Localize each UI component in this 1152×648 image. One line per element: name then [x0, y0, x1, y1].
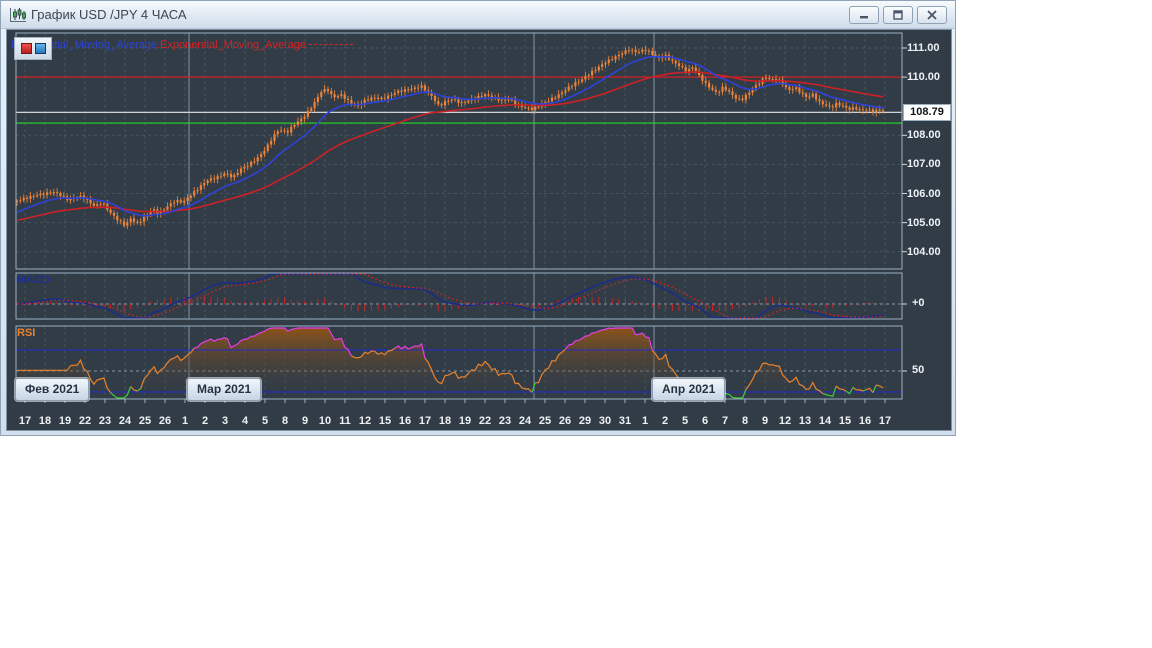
macd-line: [16, 273, 884, 319]
price-axis-label: 110.00: [907, 71, 941, 84]
ema-slow-line: [16, 71, 884, 222]
time-axis-label: 18: [438, 415, 452, 427]
price-axis-label: 108.00: [907, 129, 941, 142]
restore-icon: [893, 9, 903, 20]
time-axis-label: 14: [818, 415, 832, 427]
time-axis-label: 16: [398, 415, 412, 427]
time-axis-label: 17: [18, 415, 32, 427]
window-title: График USD /JPY 4 ЧАСА: [31, 7, 187, 22]
rsi-panel-label: RSI: [17, 327, 36, 339]
blue-indicator-button[interactable]: [34, 43, 46, 54]
time-axis-label: 2: [661, 415, 669, 427]
candles-layer: [16, 45, 885, 230]
rsi-fill: [17, 328, 883, 399]
desktop: График USD /JPY 4 ЧАСА Exponential_Movin…: [0, 0, 1152, 648]
time-axis-label: 31: [618, 415, 632, 427]
time-axis-label: 15: [838, 415, 852, 427]
month-label: Мар 2021: [187, 378, 262, 401]
time-axis-label: 22: [478, 415, 492, 427]
time-axis-label: 12: [778, 415, 792, 427]
price-axis-label: 104.00: [907, 245, 941, 258]
time-axis-label: 18: [38, 415, 52, 427]
time-axis-label: 13: [798, 415, 812, 427]
time-axis-label: 16: [858, 415, 872, 427]
legend-dash-tail: [309, 43, 353, 47]
current-price-badge: 108.79: [903, 104, 951, 121]
time-axis-label: 11: [339, 415, 351, 427]
price-axis-label: 107.00: [907, 158, 941, 171]
time-axis-label: 23: [98, 415, 112, 427]
price-axis-label: 105.00: [907, 216, 941, 229]
time-axis-label: 7: [721, 415, 729, 427]
chart-plot: [15, 32, 907, 403]
time-axis-label: 6: [701, 415, 709, 427]
red-indicator-button[interactable]: [20, 43, 32, 54]
time-axis-label: 19: [58, 415, 72, 427]
time-axis-label: 25: [138, 415, 152, 427]
time-axis-label: 2: [201, 415, 209, 427]
time-axis-label: 25: [538, 415, 552, 427]
time-axis-label: 30: [598, 415, 612, 427]
time-axis-label: 26: [158, 415, 172, 427]
time-axis-label: 12: [358, 415, 372, 427]
price-axis-label: 111.00: [907, 42, 940, 54]
time-axis-label: 29: [578, 415, 592, 427]
time-axis-label: 9: [301, 415, 309, 427]
indicator-buttons-panel: [14, 37, 52, 60]
close-icon: [927, 9, 937, 20]
time-axis-label: 19: [458, 415, 472, 427]
minimize-icon: [860, 15, 868, 18]
time-axis-label: 23: [498, 415, 512, 427]
month-label: Фев 2021: [15, 378, 90, 401]
time-axis-label: 4: [241, 415, 249, 427]
time-axis-label: 26: [558, 415, 572, 427]
time-axis-label: 8: [741, 415, 749, 427]
title-bar[interactable]: График USD /JPY 4 ЧАСА: [1, 1, 955, 29]
time-axis-label: 8: [281, 415, 289, 427]
close-button[interactable]: [917, 5, 947, 24]
macd-signal-line: [17, 273, 884, 319]
macd-zero-axis-label: +0: [912, 297, 925, 309]
time-axis-label: 24: [518, 415, 532, 427]
macd-panel-label: MACD: [17, 274, 50, 286]
ema-slow-legend-label: Exponential_Moving_Average: [160, 39, 306, 51]
time-axis-label: 22: [78, 415, 92, 427]
time-axis-label: 10: [318, 415, 332, 427]
time-axis-label: 9: [761, 415, 769, 427]
month-label: Апр 2021: [652, 378, 726, 401]
time-axis-label: 15: [378, 415, 392, 427]
time-axis-label: 5: [681, 415, 689, 427]
time-axis-label: 24: [118, 415, 132, 427]
time-axis-label: 17: [878, 415, 892, 427]
candlestick-chart-icon: [10, 7, 26, 22]
time-axis-label: 1: [181, 415, 189, 427]
price-axis-label: 106.00: [907, 187, 941, 200]
time-axis-label: 5: [261, 415, 269, 427]
minimize-button[interactable]: [849, 5, 879, 24]
restore-button[interactable]: [883, 5, 913, 24]
indicator-legend: Exponential_Moving_Average.Exponential_M…: [11, 39, 353, 51]
chart-window: График USD /JPY 4 ЧАСА Exponential_Movin…: [0, 0, 956, 436]
chart-canvas[interactable]: Exponential_Moving_Average.Exponential_M…: [6, 29, 952, 431]
time-axis-label: 17: [418, 415, 432, 427]
rsi-mid-axis-label: 50: [912, 364, 925, 376]
time-axis-label: 3: [221, 415, 229, 427]
window-controls: [849, 5, 947, 24]
time-axis-label: 1: [641, 415, 649, 427]
